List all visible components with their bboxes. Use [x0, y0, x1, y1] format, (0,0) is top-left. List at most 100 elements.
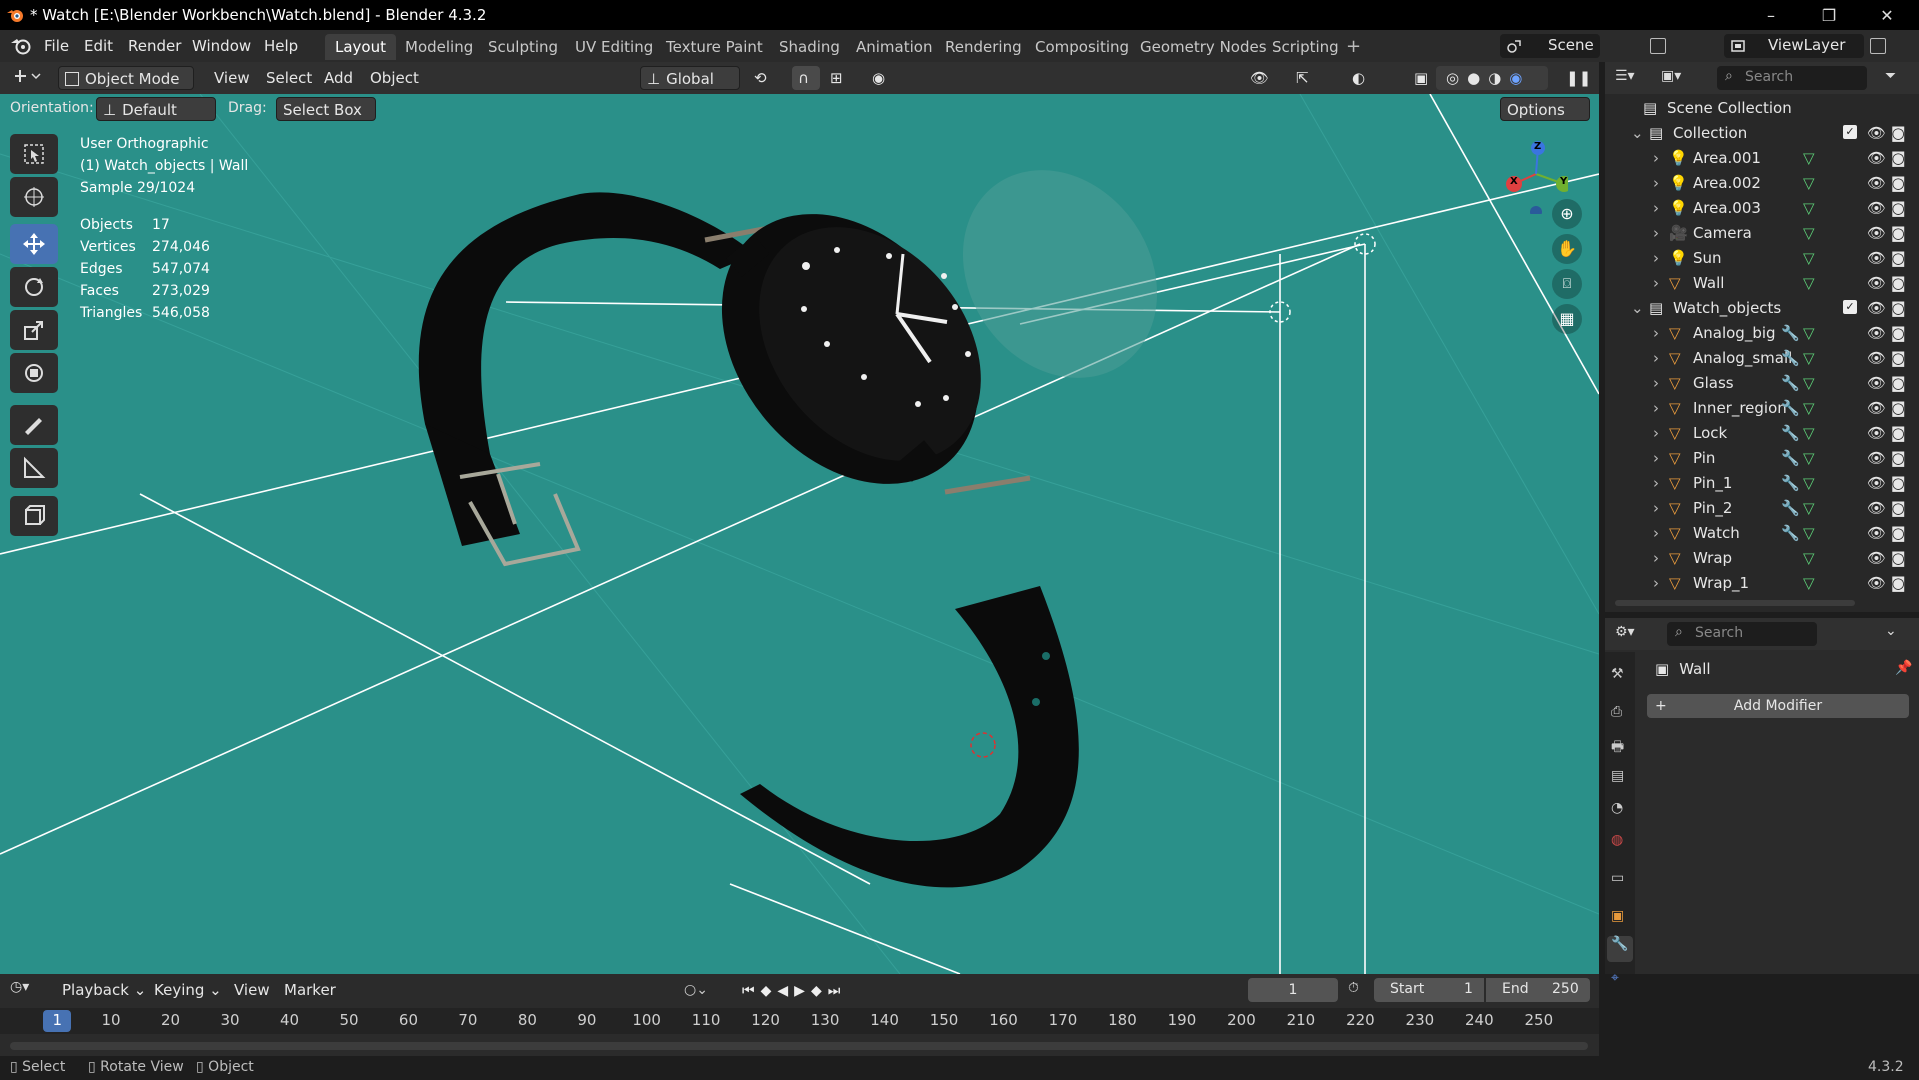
zoom-icon[interactable]: ⊕: [1552, 199, 1582, 229]
outliner-object-row[interactable]: › ▽ Lock 🔧 ▽ 👁 ◙: [1605, 421, 1919, 446]
render-camera-icon[interactable]: ◙: [1891, 299, 1906, 317]
timeline-scrollbar[interactable]: [10, 1042, 1588, 1050]
collapse-chevron-icon[interactable]: ⌄: [1631, 124, 1644, 142]
view-layer-tab-icon[interactable]: ▤: [1611, 768, 1624, 784]
pin-icon[interactable]: 📌: [1895, 660, 1912, 676]
object-data-icon[interactable]: ▽: [1803, 574, 1815, 592]
object-data-icon[interactable]: ▽: [1803, 274, 1815, 292]
eye-icon[interactable]: 👁: [1867, 424, 1886, 442]
object-data-icon[interactable]: ▽: [1803, 149, 1815, 167]
tab-modeling[interactable]: Modeling: [395, 34, 483, 60]
object-data-icon[interactable]: ▽: [1803, 474, 1815, 492]
properties-options-icon[interactable]: ⌄: [1885, 623, 1897, 639]
tab-rendering[interactable]: Rendering: [935, 34, 1032, 60]
object-data-icon[interactable]: ▽: [1803, 224, 1815, 242]
options-dropdown[interactable]: Options: [1500, 97, 1590, 121]
modifier-wrench-icon[interactable]: 🔧: [1781, 349, 1800, 367]
tab-uv-editing[interactable]: UV Editing: [565, 34, 663, 60]
properties-search-input[interactable]: ⌕ Search: [1667, 622, 1817, 646]
render-camera-icon[interactable]: ◙: [1891, 499, 1906, 517]
pan-hand-icon[interactable]: ✋: [1552, 234, 1582, 264]
mode-dropdown[interactable]: Object Mode: [58, 66, 194, 90]
eye-icon[interactable]: 👁: [1867, 199, 1886, 217]
material-shading-icon[interactable]: ◑: [1488, 69, 1501, 87]
eye-icon[interactable]: 👁: [1867, 124, 1886, 142]
pivot-point-icon[interactable]: ⟲: [748, 66, 788, 90]
watch-strap-upper[interactable]: [418, 192, 755, 469]
expand-chevron-icon[interactable]: ›: [1653, 174, 1659, 192]
eye-icon[interactable]: 👁: [1867, 524, 1886, 542]
modifier-wrench-icon[interactable]: 🔧: [1781, 524, 1800, 542]
exclude-checkbox[interactable]: ✓: [1843, 125, 1857, 139]
tab-animation[interactable]: Animation: [846, 34, 942, 60]
scene-collection-row[interactable]: ▤ Scene Collection: [1605, 96, 1919, 121]
orientation-dropdown[interactable]: ⊥ Default: [96, 97, 216, 121]
move-tool[interactable]: [10, 224, 58, 264]
render-camera-icon[interactable]: ◙: [1891, 274, 1906, 292]
tab-sculpting[interactable]: Sculpting: [478, 34, 568, 60]
expand-chevron-icon[interactable]: ›: [1653, 324, 1659, 342]
overlay-toggle-icon[interactable]: ◐: [1346, 66, 1390, 90]
eye-icon[interactable]: 👁: [1867, 299, 1886, 317]
expand-chevron-icon[interactable]: ›: [1653, 374, 1659, 392]
collapse-chevron-icon[interactable]: ⌄: [1631, 299, 1644, 317]
tab-layout[interactable]: Layout: [325, 34, 396, 60]
expand-chevron-icon[interactable]: ›: [1653, 574, 1659, 592]
object-data-icon[interactable]: ▽: [1803, 399, 1815, 417]
eye-icon[interactable]: 👁: [1867, 499, 1886, 517]
object-data-icon[interactable]: ▽: [1803, 249, 1815, 267]
outliner-object-row[interactable]: › ▽ Watch 🔧 ▽ 👁 ◙: [1605, 521, 1919, 546]
render-camera-icon[interactable]: ◙: [1891, 149, 1906, 167]
visibility-selectability-icon[interactable]: 👁: [1244, 66, 1282, 90]
object-data-icon[interactable]: ▽: [1803, 349, 1815, 367]
blender-menu-icon[interactable]: [10, 37, 32, 55]
modifier-wrench-icon[interactable]: 🔧: [1781, 499, 1800, 517]
expand-chevron-icon[interactable]: ›: [1653, 449, 1659, 467]
expand-chevron-icon[interactable]: ›: [1653, 149, 1659, 167]
object-data-icon[interactable]: ▽: [1803, 499, 1815, 517]
world-tab-icon[interactable]: ◍: [1611, 832, 1623, 848]
menu-add[interactable]: Add: [318, 66, 359, 90]
eye-icon[interactable]: 👁: [1867, 324, 1886, 342]
expand-chevron-icon[interactable]: ›: [1653, 424, 1659, 442]
expand-chevron-icon[interactable]: ›: [1653, 549, 1659, 567]
object-data-icon[interactable]: ▽: [1803, 199, 1815, 217]
add-cube-tool[interactable]: [10, 496, 58, 536]
expand-chevron-icon[interactable]: ›: [1653, 499, 1659, 517]
object-tab-icon[interactable]: ▣: [1611, 908, 1624, 924]
render-camera-icon[interactable]: ◙: [1891, 399, 1906, 417]
outliner-object-row[interactable]: › ▽ Wall ▽ 👁 ◙: [1605, 271, 1919, 296]
menu-object[interactable]: Object: [364, 66, 425, 90]
editor-type-button[interactable]: [6, 66, 50, 90]
ortho-grid-icon[interactable]: ▦: [1552, 304, 1582, 334]
tab-geometry-nodes[interactable]: Geometry Nodes: [1130, 34, 1277, 60]
tab-compositing[interactable]: Compositing: [1025, 34, 1139, 60]
eye-icon[interactable]: 👁: [1867, 149, 1886, 167]
pin-lower[interactable]: [944, 475, 1031, 495]
drag-dropdown[interactable]: Select Box: [276, 97, 376, 121]
modifier-wrench-icon[interactable]: 🔧: [1781, 474, 1800, 492]
tab-texture-paint[interactable]: Texture Paint: [656, 34, 773, 60]
object-data-icon[interactable]: ▽: [1803, 524, 1815, 542]
maximize-button[interactable]: ❐: [1800, 0, 1858, 30]
xray-toggle-icon[interactable]: ▣: [1408, 66, 1432, 90]
scale-tool[interactable]: [10, 310, 58, 350]
tab-scripting[interactable]: Scripting: [1262, 34, 1349, 60]
outliner-object-row[interactable]: › 💡 Sun ▽ 👁 ◙: [1605, 246, 1919, 271]
minimize-button[interactable]: –: [1742, 0, 1800, 30]
modifier-wrench-icon[interactable]: 🔧: [1781, 374, 1800, 392]
menu-file[interactable]: File: [36, 35, 77, 57]
object-data-icon[interactable]: ▽: [1803, 324, 1815, 342]
outliner-object-row[interactable]: › 💡 Area.001 ▽ 👁 ◙: [1605, 146, 1919, 171]
expand-chevron-icon[interactable]: ›: [1653, 199, 1659, 217]
outliner-object-row[interactable]: › ▽ Inner_region 🔧 ▽ 👁 ◙: [1605, 396, 1919, 421]
render-camera-icon[interactable]: ◙: [1891, 449, 1906, 467]
solid-shading-icon[interactable]: ●: [1467, 69, 1480, 87]
particles-tab-icon[interactable]: ⌖: [1611, 970, 1619, 986]
expand-chevron-icon[interactable]: ›: [1653, 349, 1659, 367]
scene-tab-icon[interactable]: ◔: [1611, 800, 1623, 816]
eye-icon[interactable]: 👁: [1867, 349, 1886, 367]
menu-window[interactable]: Window: [184, 35, 259, 57]
add-modifier-button[interactable]: + Add Modifier: [1647, 694, 1909, 718]
transform-orientation-dropdown[interactable]: ⊥ Global: [640, 66, 740, 90]
